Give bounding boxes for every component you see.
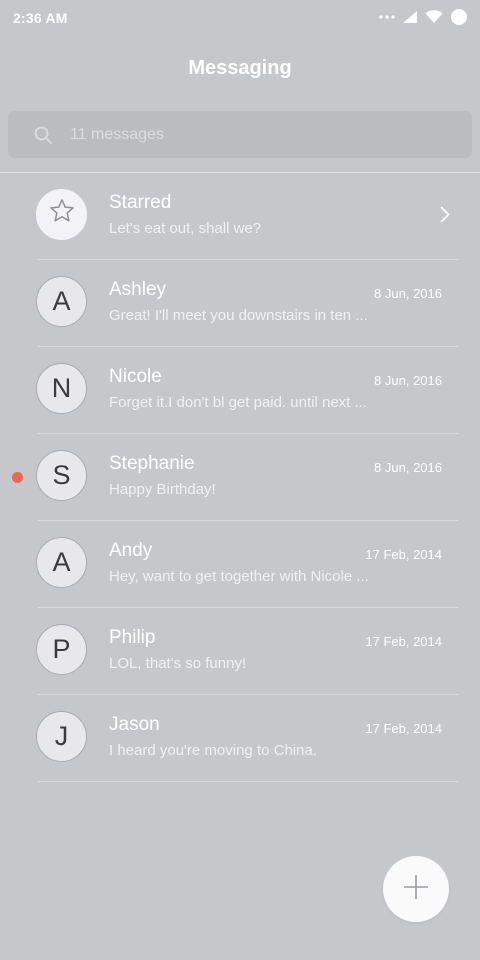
new-message-button[interactable] (383, 856, 449, 922)
conversation-name: Ashley (109, 279, 167, 300)
more-dots-icon (379, 14, 395, 20)
conversation-row[interactable]: P Philip 17 Feb, 2014 LOL, that's so fun… (0, 608, 480, 695)
conversation-date: 8 Jun, 2016 (374, 460, 442, 475)
conversation-row[interactable]: A Andy 17 Feb, 2014 Hey, want to get tog… (0, 521, 480, 608)
conversation-row[interactable]: S Stephanie 8 Jun, 2016 Happy Birthday! (0, 434, 480, 521)
conversation-name: Philip (109, 627, 156, 648)
search-icon (34, 126, 52, 149)
search-input[interactable] (70, 111, 450, 158)
conversation-row[interactable]: N Nicole 8 Jun, 2016 Forget it.I don't b… (0, 347, 480, 434)
avatar (36, 189, 87, 240)
conversation-preview: I heard you're moving to China. (109, 742, 317, 759)
status-time: 2:36 AM (13, 10, 68, 26)
conversation-starred[interactable]: Starred Let's eat out, shall we? (0, 173, 480, 260)
conversation-date: 17 Feb, 2014 (365, 547, 442, 562)
conversation-date: 8 Jun, 2016 (374, 373, 442, 388)
conversation-date: 17 Feb, 2014 (365, 721, 442, 736)
conversation-preview: Hey, want to get together with Nicole ..… (109, 568, 369, 585)
unread-indicator (12, 472, 23, 483)
conversation-name: Nicole (109, 366, 162, 387)
conversation-preview: Let's eat out, shall we? (109, 220, 262, 237)
conversation-date: 17 Feb, 2014 (365, 634, 442, 649)
page-title: Messaging (188, 57, 292, 79)
chevron-right-icon (440, 206, 450, 228)
conversation-row[interactable]: J Jason 17 Feb, 2014 I heard you're movi… (0, 695, 480, 782)
avatar: S (36, 450, 87, 501)
signal-icon (402, 10, 418, 24)
avatar: N (36, 363, 87, 414)
conversation-name: Jason (109, 714, 160, 735)
avatar: A (36, 276, 87, 327)
status-icons (379, 8, 468, 26)
conversation-list: Starred Let's eat out, shall we? A Ashle… (0, 173, 480, 782)
conversation-name: Stephanie (109, 453, 195, 474)
search-bar[interactable] (8, 111, 472, 158)
status-bar: 2:36 AM (0, 0, 480, 34)
wifi-icon (425, 10, 443, 24)
avatar: P (36, 624, 87, 675)
conversation-preview: Happy Birthday! (109, 481, 216, 498)
conversation-date: 8 Jun, 2016 (374, 286, 442, 301)
conversation-name: Andy (109, 540, 153, 561)
conversation-name: Starred (109, 192, 172, 213)
conversation-preview: LOL, that's so funny! (109, 655, 247, 672)
battery-icon (450, 8, 468, 26)
conversation-preview: Great! I'll meet you downstairs in ten .… (109, 307, 368, 324)
avatar: J (36, 711, 87, 762)
conversation-row[interactable]: A Ashley 8 Jun, 2016 Great! I'll meet yo… (0, 260, 480, 347)
star-icon (48, 197, 76, 232)
avatar: A (36, 537, 87, 588)
plus-icon (402, 873, 430, 906)
conversation-preview: Forget it.I don't bl get paid. until nex… (109, 394, 368, 411)
